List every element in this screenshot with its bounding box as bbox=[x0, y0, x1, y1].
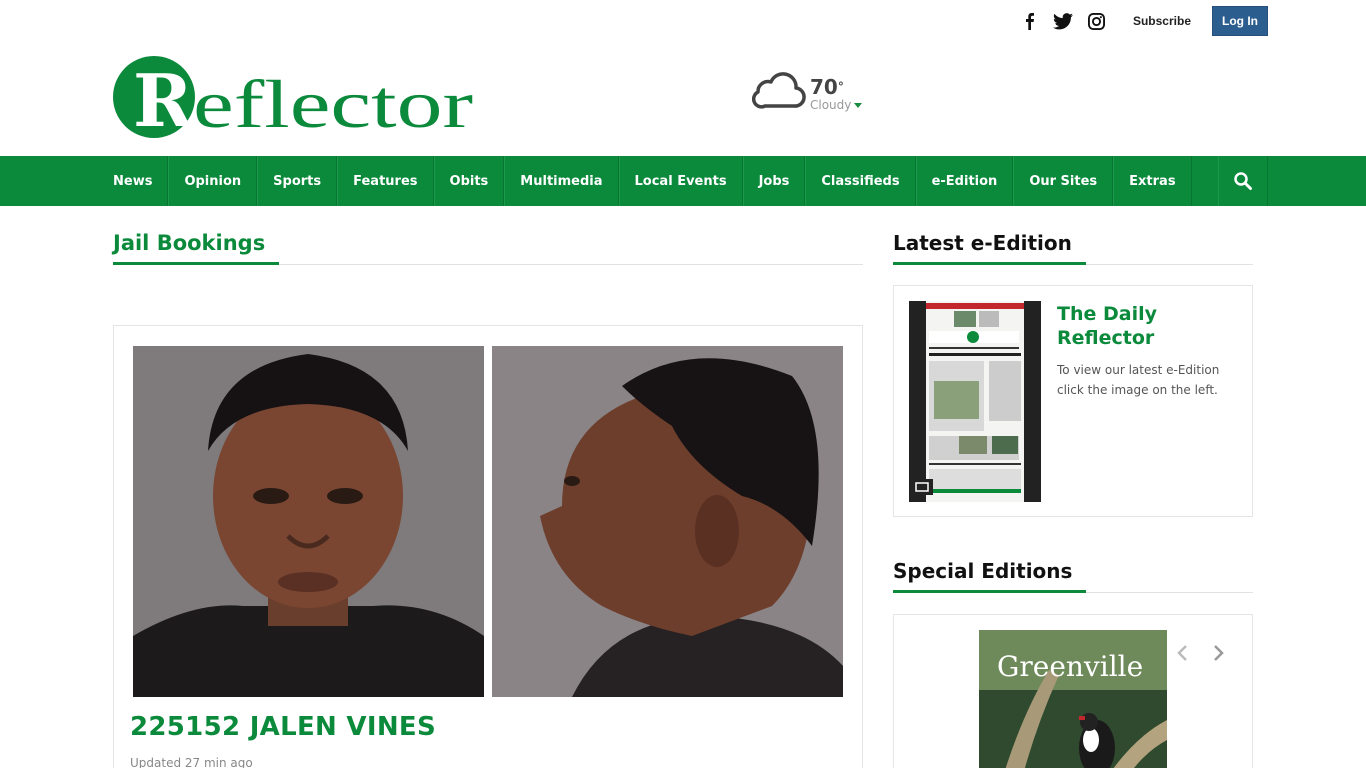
edition-title[interactable]: The Daily Reflector bbox=[1057, 302, 1237, 350]
mugshot-front-image[interactable] bbox=[133, 346, 484, 697]
temperature: 70° bbox=[810, 75, 844, 99]
chevron-right-icon bbox=[1214, 645, 1224, 661]
edition-description: To view our latest e-Edition click the i… bbox=[1057, 363, 1220, 397]
latest-edition-header: Latest e-Edition bbox=[893, 230, 1253, 265]
site-logo[interactable]: R eflector bbox=[113, 54, 475, 144]
subscribe-link[interactable]: Subscribe bbox=[1133, 14, 1191, 28]
article-card: 225152 JALEN VINES Updated 27 min ago bbox=[113, 325, 863, 768]
nav-item-news[interactable]: News bbox=[98, 156, 169, 206]
carousel-next-button[interactable] bbox=[1208, 641, 1228, 665]
latest-edition-title: Latest e-Edition bbox=[893, 230, 1086, 265]
special-edition-cover[interactable]: Greenville bbox=[979, 630, 1167, 768]
nav-item-local-events[interactable]: Local Events bbox=[618, 156, 743, 206]
updated-timestamp: Updated 27 min ago bbox=[130, 756, 253, 768]
article-headline[interactable]: 225152 JALEN VINES bbox=[130, 712, 436, 742]
section-header: Jail Bookings bbox=[113, 230, 863, 265]
special-editions-header: Special Editions bbox=[893, 558, 1253, 593]
chevron-left-icon bbox=[1177, 645, 1187, 661]
nav-item-sports[interactable]: Sports bbox=[257, 156, 338, 206]
social-links bbox=[1019, 11, 1107, 31]
nav-item-our-sites[interactable]: Our Sites bbox=[1013, 156, 1114, 206]
mugshot-side-image[interactable] bbox=[492, 346, 843, 697]
weather-widget[interactable]: 70° Cloudy bbox=[751, 70, 863, 112]
nav-item-jobs[interactable]: Jobs bbox=[742, 156, 806, 206]
cloud-icon bbox=[751, 70, 806, 110]
special-editions-carousel: Greenville bbox=[893, 614, 1253, 768]
svg-text:eflector: eflector bbox=[193, 66, 473, 142]
svg-text:R: R bbox=[133, 58, 194, 143]
search-icon bbox=[1234, 172, 1252, 190]
nav-item-obits[interactable]: Obits bbox=[433, 156, 505, 206]
nav-item-features[interactable]: Features bbox=[337, 156, 434, 206]
weather-condition: Cloudy bbox=[810, 98, 863, 112]
caret-down-icon bbox=[854, 102, 863, 108]
section-title[interactable]: Jail Bookings bbox=[113, 230, 280, 265]
nav-item-e-edition[interactable]: e-Edition bbox=[915, 156, 1014, 206]
twitter-icon[interactable] bbox=[1052, 11, 1073, 31]
main-nav: News Opinion Sports Features Obits Multi… bbox=[0, 156, 1366, 206]
latest-edition-box: The Daily Reflector To view our latest e… bbox=[893, 285, 1253, 517]
special-editions-title: Special Editions bbox=[893, 558, 1087, 593]
edition-thumbnail[interactable] bbox=[909, 301, 1041, 502]
carousel-prev-button[interactable] bbox=[1173, 641, 1193, 665]
nav-item-opinion[interactable]: Opinion bbox=[168, 156, 258, 206]
search-button[interactable] bbox=[1218, 156, 1268, 206]
nav-item-multimedia[interactable]: Multimedia bbox=[504, 156, 619, 206]
instagram-icon[interactable] bbox=[1087, 11, 1107, 31]
facebook-icon[interactable] bbox=[1019, 11, 1039, 31]
nav-item-classifieds[interactable]: Classifieds bbox=[805, 156, 916, 206]
svg-text:Greenville: Greenville bbox=[997, 650, 1143, 683]
nav-item-extras[interactable]: Extras bbox=[1113, 156, 1192, 206]
utility-bar: Subscribe Log In bbox=[1019, 6, 1268, 36]
login-button[interactable]: Log In bbox=[1212, 6, 1268, 36]
